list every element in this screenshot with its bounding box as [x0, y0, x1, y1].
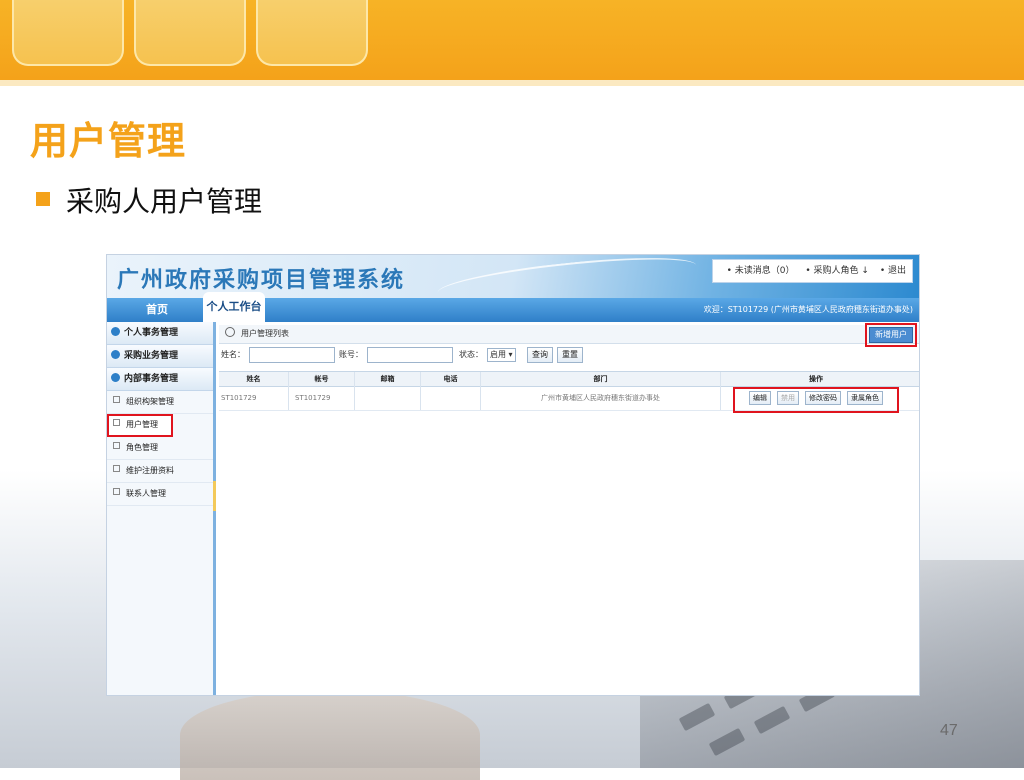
- sidebar: 个人事务管理 采购业务管理 内部事务管理 组织构架管理 用户管理 角色管理 维护…: [107, 322, 216, 695]
- cell-name: ST101729: [219, 386, 289, 410]
- group-icon: [111, 373, 120, 382]
- sidebar-group-internal[interactable]: 内部事务管理: [107, 368, 213, 391]
- bullet-square-icon: [36, 192, 50, 206]
- welcome-text: 欢迎：ST101729 (广州市黄埔区人民政府穗东街道办事处): [703, 305, 913, 314]
- circle-icon: [225, 327, 235, 337]
- sidebar-group-personal[interactable]: 个人事务管理: [107, 322, 213, 345]
- name-input[interactable]: [249, 347, 335, 363]
- item-icon: [113, 419, 120, 426]
- main-panel: 用户管理列表 新增用户 姓名： 账号： 状态： 启用 ▾ 查询 重置 姓名 帐号…: [219, 323, 919, 695]
- col-actions: 操作: [809, 375, 823, 383]
- reset-button[interactable]: 重置: [557, 347, 583, 363]
- account-label: 账号：: [339, 350, 363, 359]
- edit-button[interactable]: 编辑: [749, 391, 771, 405]
- status-select[interactable]: 启用 ▾: [487, 348, 516, 362]
- cell-actions: 编辑 禁用 修改密码 隶属角色: [721, 386, 911, 410]
- cell-email: [355, 386, 421, 410]
- app-title: 广州政府采购项目管理系统: [117, 267, 406, 293]
- item-icon: [113, 396, 120, 403]
- search-button[interactable]: 查询: [527, 347, 553, 363]
- col-department: 部门: [481, 372, 721, 386]
- hand-image: [180, 690, 480, 780]
- assign-role-button[interactable]: 隶属角色: [847, 391, 883, 405]
- table-header: 姓名 帐号 邮箱 电话 部门 操作: [219, 371, 919, 387]
- sidebar-item-org[interactable]: 组织构架管理: [107, 391, 213, 414]
- sidebar-item-profile[interactable]: 维护注册资料: [107, 460, 213, 483]
- change-password-button[interactable]: 修改密码: [805, 391, 841, 405]
- item-icon: [113, 442, 120, 449]
- banner-tab-1: [12, 0, 124, 66]
- sidebar-group-procurement[interactable]: 采购业务管理: [107, 345, 213, 368]
- app-screenshot: 广州政府采购项目管理系统 • 未读消息（0） • 采购人角色 ↓ • 退出 首页…: [106, 254, 920, 696]
- bullet-text: 采购人用户管理: [66, 185, 263, 218]
- disable-button[interactable]: 禁用: [777, 391, 799, 405]
- sidebar-collapse-handle[interactable]: [213, 481, 216, 511]
- account-input[interactable]: [367, 347, 453, 363]
- col-name: 姓名: [219, 372, 289, 386]
- col-email: 邮箱: [355, 372, 421, 386]
- slide-title: 用户管理: [30, 119, 187, 163]
- name-label: 姓名：: [221, 350, 245, 359]
- list-header: 用户管理列表: [219, 325, 919, 344]
- status-label: 状态：: [459, 350, 483, 359]
- new-user-button[interactable]: 新增用户: [869, 327, 913, 343]
- logout-link[interactable]: • 退出: [880, 266, 906, 276]
- cell-account: ST101729: [289, 386, 355, 410]
- cell-department: 广州市黄埔区人民政府穗东街道办事处: [481, 386, 721, 410]
- table-row: ST101729 ST101729 广州市黄埔区人民政府穗东街道办事处 编辑 禁…: [219, 386, 919, 411]
- sidebar-item-contacts[interactable]: 联系人管理: [107, 483, 213, 506]
- col-phone: 电话: [421, 372, 481, 386]
- col-account: 帐号: [289, 372, 355, 386]
- filter-bar: 姓名： 账号： 状态： 启用 ▾ 查询 重置: [219, 345, 919, 365]
- group-icon: [111, 350, 120, 359]
- top-links: • 未读消息（0） • 采购人角色 ↓ • 退出: [711, 259, 913, 283]
- banner-divider: [0, 80, 1024, 86]
- cell-phone: [421, 386, 481, 410]
- banner-tab-3: [256, 0, 368, 66]
- nav-workbench-tab[interactable]: 个人工作台: [203, 292, 265, 322]
- item-icon: [113, 465, 120, 472]
- role-switch-link[interactable]: • 采购人角色 ↓: [805, 266, 869, 276]
- nav-bar: 首页 个人工作台 欢迎：ST101729 (广州市黄埔区人民政府穗东街道办事处): [107, 292, 919, 322]
- group-icon: [111, 327, 120, 336]
- page-number: 47: [940, 722, 958, 739]
- chevron-down-icon: ▾: [508, 350, 513, 359]
- sidebar-item-roles[interactable]: 角色管理: [107, 437, 213, 460]
- nav-home-tab[interactable]: 首页: [107, 298, 207, 322]
- item-icon: [113, 488, 120, 495]
- banner-tab-2: [134, 0, 246, 66]
- sidebar-item-users[interactable]: 用户管理: [107, 414, 173, 437]
- unread-messages-link[interactable]: • 未读消息（0）: [727, 266, 795, 276]
